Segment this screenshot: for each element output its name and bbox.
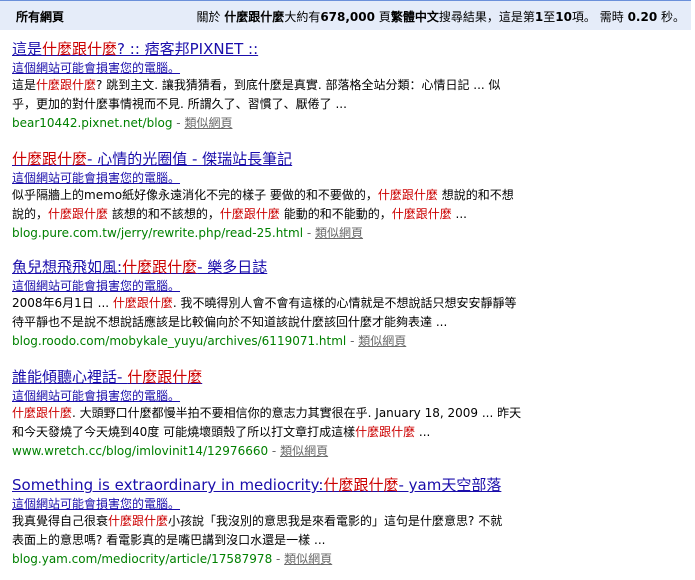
- result-snippet: 2008年6月1日 ... 什麼跟什麼. 我不曉得別人會不會有這樣的心情就是不想…: [12, 294, 552, 332]
- highlighted-term: 什麼跟什麼: [48, 207, 109, 221]
- highlighted-term: 什麼跟什麼: [355, 425, 416, 439]
- result-url: www.wretch.cc/blog/imlovinit14/12976660: [12, 444, 269, 458]
- malware-warning-link[interactable]: 這個網站可能會損害您的電腦。: [12, 278, 552, 294]
- search-result: 誰能傾聽心裡話- 什麼跟什麼 這個網站可能會損害您的電腦。 什麼跟什麼. 大頭野口什…: [12, 368, 552, 460]
- text-segment: ...: [451, 207, 467, 221]
- text-segment: Something is extraordinary in mediocrity…: [12, 476, 324, 494]
- text-segment: 似乎隔牆上的memo紙好像永遠消化不完的樣子 要做的和不要做的，: [12, 188, 378, 202]
- text-segment: - yam天空部落: [398, 476, 502, 494]
- text-segment: 表面上的意思嗎? 看電影真的是嘴巴講到沒口水還是一樣 ...: [12, 533, 326, 547]
- results-header-bar: 所有網頁 關於 什麼跟什麼大約有678,000 頁繁體中文搜尋結果，這是第1至1…: [0, 0, 691, 30]
- text-segment: 魚兒想飛飛如風:: [12, 258, 123, 276]
- text-segment: 該想的和不該想的，: [108, 207, 220, 221]
- snippet-line: 表面上的意思嗎? 看電影真的是嘴巴講到沒口水還是一樣 ...: [12, 531, 552, 550]
- separator: -: [303, 226, 315, 240]
- search-result: 這是什麼跟什麼? :: 痞客邦PIXNET :: 這個網站可能會損害您的電腦。 這是…: [12, 40, 552, 132]
- malware-warning-link[interactable]: 這個網站可能會損害您的電腦。: [12, 496, 552, 512]
- highlighted-term: 什麼跟什麼: [112, 296, 173, 310]
- text-segment: 小孩說「我沒別的意思我是來看電影的」這句是什麼意思? 不就: [168, 514, 503, 528]
- search-result: Something is extraordinary in mediocrity…: [12, 476, 552, 568]
- text-segment: 待平靜也不是說不想說話應該是比較偏向於不知道該說什麼該回什麼才能夠表達 ...: [12, 315, 448, 329]
- snippet-line: 2008年6月1日 ... 什麼跟什麼. 我不曉得別人會不會有這樣的心情就是不想…: [12, 294, 552, 313]
- result-snippet: 我真覺得自己很衰什麼跟什麼小孩說「我沒別的意思我是來看電影的」這句是什麼意思? …: [12, 512, 552, 550]
- similar-pages-link[interactable]: 類似網頁: [280, 444, 328, 458]
- text-segment: 能動的和不能動的，: [279, 207, 392, 221]
- result-title-link[interactable]: 魚兒想飛飛如風:什麼跟什麼- 樂多日誌: [12, 258, 552, 276]
- snippet-line: 和今天發燒了今天燒到40度 可能燒壞頭殼了所以打文章打成這樣什麼跟什麼 ...: [12, 423, 552, 442]
- highlighted-term: 什麼跟什麼: [12, 406, 73, 420]
- result-meta: blog.roodo.com/mobykale_yuyu/archives/61…: [12, 332, 552, 350]
- result-snippet: 似乎隔牆上的memo紙好像永遠消化不完的樣子 要做的和不要做的，什麼跟什麼 想說…: [12, 186, 552, 224]
- snippet-line: 乎，更加的對什麼事情視而不見. 所謂久了、習慣了、厭倦了 ...: [12, 95, 552, 114]
- text-segment: 誰能傾聽心裡話-: [12, 368, 128, 386]
- result-url: blog.roodo.com/mobykale_yuyu/archives/61…: [12, 334, 347, 348]
- highlighted-term: 什麼跟什麼: [323, 476, 399, 494]
- result-title-link[interactable]: Something is extraordinary in mediocrity…: [12, 476, 552, 494]
- result-meta: bear10442.pixnet.net/blog - 類似網頁: [12, 114, 552, 132]
- text-segment: 我真覺得自己很衰: [12, 514, 109, 528]
- text-segment: 和今天發燒了今天燒到40度 可能燒壞頭殼了所以打文章打成這樣: [12, 425, 356, 439]
- similar-pages-link[interactable]: 類似網頁: [315, 226, 363, 240]
- text-segment: . 大頭野口什麼都慢半拍不要相信你的意志力其實很在乎. January 18, …: [72, 406, 522, 420]
- search-result: 魚兒想飛飛如風:什麼跟什麼- 樂多日誌 這個網站可能會損害您的電腦。 2008年6月…: [12, 258, 552, 350]
- highlighted-term: 什麼跟什麼: [127, 368, 203, 386]
- similar-pages-link[interactable]: 類似網頁: [284, 552, 332, 566]
- result-title-link[interactable]: 這是什麼跟什麼? :: 痞客邦PIXNET ::: [12, 40, 552, 58]
- separator: -: [346, 334, 359, 348]
- highlighted-term: 什麼跟什麼: [122, 258, 198, 276]
- result-url: blog.yam.com/mediocrity/article/17587978: [12, 552, 273, 566]
- result-title-link[interactable]: 誰能傾聽心裡話- 什麼跟什麼: [12, 368, 552, 386]
- result-meta: blog.pure.com.tw/jerry/rewrite.php/read-…: [12, 224, 552, 242]
- malware-warning-link[interactable]: 這個網站可能會損害您的電腦。: [12, 170, 552, 186]
- search-result: 什麼跟什麼- 心情的光圈值 - 傑瑞站長筆記 這個網站可能會損害您的電腦。 似乎隔牆…: [12, 150, 552, 242]
- text-segment: ? :: 痞客邦PIXNET ::: [117, 40, 259, 58]
- snippet-line: 待平靜也不是說不想說話應該是比較偏向於不知道該說什麼該回什麼才能夠表達 ...: [12, 313, 552, 332]
- snippet-line: 什麼跟什麼. 大頭野口什麼都慢半拍不要相信你的意志力其實很在乎. January…: [12, 404, 552, 423]
- result-meta: blog.yam.com/mediocrity/article/17587978…: [12, 550, 552, 568]
- text-segment: ? 跳到主文. 讓我猜猜看，到底什麼是真實. 部落格全站分類：心情日記 ... …: [96, 78, 501, 92]
- highlighted-term: 什麼跟什麼: [219, 207, 280, 221]
- result-url: blog.pure.com.tw/jerry/rewrite.php/read-…: [12, 226, 304, 240]
- text-segment: ...: [415, 425, 431, 439]
- text-segment: 乎，更加的對什麼事情視而不見. 所謂久了、習慣了、厭倦了 ...: [12, 97, 347, 111]
- result-snippet: 這是什麼跟什麼? 跳到主文. 讓我猜猜看，到底什麼是真實. 部落格全站分類：心情…: [12, 76, 552, 114]
- similar-pages-link[interactable]: 類似網頁: [358, 334, 406, 348]
- all-web-pages-label: 所有網頁: [16, 10, 65, 24]
- snippet-line: 似乎隔牆上的memo紙好像永遠消化不完的樣子 要做的和不要做的，什麼跟什麼 想說…: [12, 186, 552, 205]
- text-segment: 說的，: [12, 207, 49, 221]
- highlighted-term: 什麼跟什麼: [12, 150, 88, 168]
- snippet-line: 我真覺得自己很衰什麼跟什麼小孩說「我沒別的意思我是來看電影的」這句是什麼意思? …: [12, 512, 552, 531]
- highlighted-term: 什麼跟什麼: [391, 207, 452, 221]
- snippet-line: 說的，什麼跟什麼 該想的和不該想的，什麼跟什麼 能動的和不能動的，什麼跟什麼 .…: [12, 205, 552, 224]
- highlighted-term: 什麼跟什麼: [36, 78, 97, 92]
- result-snippet: 什麼跟什麼. 大頭野口什麼都慢半拍不要相信你的意志力其實很在乎. January…: [12, 404, 552, 442]
- snippet-line: 這是什麼跟什麼? 跳到主文. 讓我猜猜看，到底什麼是真實. 部落格全站分類：心情…: [12, 76, 552, 95]
- result-meta: www.wretch.cc/blog/imlovinit14/12976660 …: [12, 442, 552, 460]
- result-title-link[interactable]: 什麼跟什麼- 心情的光圈值 - 傑瑞站長筆記: [12, 150, 552, 168]
- text-segment: 想說的和不想: [437, 188, 514, 202]
- highlighted-term: 什麼跟什麼: [42, 40, 118, 58]
- text-segment: 這是: [12, 78, 37, 92]
- highlighted-term: 什麼跟什麼: [377, 188, 438, 202]
- text-segment: - 樂多日誌: [197, 258, 268, 276]
- separator: -: [272, 552, 285, 566]
- text-segment: - 心情的光圈值 - 傑瑞站長筆記: [87, 150, 293, 168]
- text-segment: 2008年6月1日 ...: [12, 296, 113, 310]
- similar-pages-link[interactable]: 類似網頁: [184, 116, 232, 130]
- text-segment: . 我不曉得別人會不會有這樣的心情就是不想說話只想安安靜靜等: [172, 296, 517, 310]
- malware-warning-link[interactable]: 這個網站可能會損害您的電腦。: [12, 388, 552, 404]
- separator: -: [268, 444, 281, 458]
- results-stats: 關於 什麼跟什麼大約有678,000 頁繁體中文搜尋結果，這是第1至10項。 需…: [196, 10, 685, 24]
- malware-warning-link[interactable]: 這個網站可能會損害您的電腦。: [12, 60, 552, 76]
- text-segment: 這是: [12, 40, 43, 58]
- separator: -: [172, 116, 185, 130]
- result-url: bear10442.pixnet.net/blog: [12, 116, 173, 130]
- highlighted-term: 什麼跟什麼: [108, 514, 169, 528]
